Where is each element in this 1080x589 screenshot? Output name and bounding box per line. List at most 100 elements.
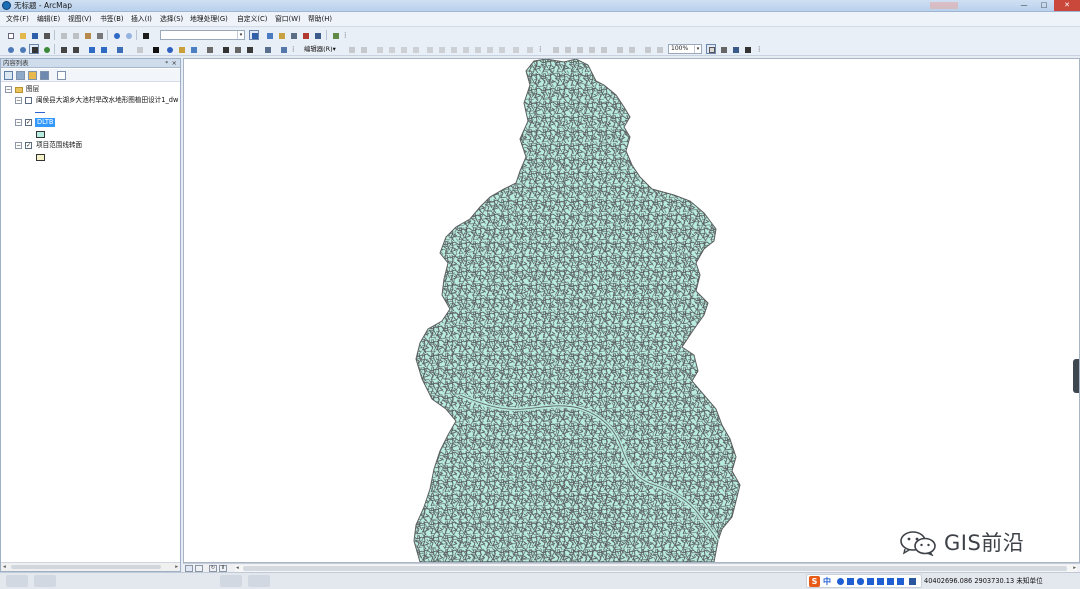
scroll-left-icon[interactable]: ◂ — [236, 564, 239, 572]
delete-icon[interactable] — [94, 30, 104, 40]
find-route-icon[interactable] — [232, 44, 242, 54]
create-features-icon[interactable] — [510, 44, 520, 54]
data-view-icon[interactable] — [185, 565, 193, 572]
layout-fixed-in-icon[interactable] — [614, 44, 624, 54]
measure-icon[interactable] — [204, 44, 214, 54]
layer-name[interactable]: 项目范围线转面 — [36, 141, 82, 150]
menu-help[interactable]: 帮助(H) — [308, 14, 332, 25]
data-driven-pages-icon[interactable] — [742, 44, 752, 54]
trace-icon[interactable] — [398, 44, 408, 54]
taskbar-button[interactable] — [34, 575, 56, 587]
straight-segment-icon[interactable] — [374, 44, 384, 54]
layer-visibility-checkbox[interactable] — [25, 97, 32, 104]
fixed-zoom-in-icon[interactable] — [58, 44, 68, 54]
ime-toolbar[interactable]: S 中 — [806, 574, 922, 588]
scroll-left-icon[interactable]: ◂ — [3, 563, 6, 571]
pause-drawing-icon[interactable]: Ⅱ — [219, 565, 227, 572]
python-window-icon[interactable] — [312, 30, 322, 40]
layout-back-icon[interactable] — [642, 44, 652, 54]
toolbox-icon[interactable] — [887, 578, 894, 585]
attributes-icon[interactable] — [484, 44, 494, 54]
cut-icon[interactable] — [58, 30, 68, 40]
minimize-button[interactable]: — — [1014, 0, 1034, 11]
forward-extent-icon[interactable] — [98, 44, 108, 54]
layout-view-icon[interactable] — [195, 565, 203, 572]
chevron-down-icon[interactable]: ▾ — [694, 45, 701, 53]
list-by-source-icon[interactable] — [16, 71, 25, 80]
punctuation-icon[interactable] — [847, 578, 854, 585]
microphone-icon[interactable] — [857, 578, 864, 585]
layer-visibility-checkbox[interactable]: ✓ — [25, 142, 32, 149]
point-icon[interactable] — [410, 44, 420, 54]
catalog-window-icon[interactable] — [276, 30, 286, 40]
search-window-icon[interactable] — [288, 30, 298, 40]
copy-icon[interactable] — [70, 30, 80, 40]
menu-bookmarks[interactable]: 书签(B) — [100, 14, 124, 25]
layout-pan-icon[interactable] — [574, 44, 584, 54]
fixed-zoom-out-icon[interactable] — [70, 44, 80, 54]
identify-icon[interactable] — [164, 44, 174, 54]
split-icon[interactable] — [460, 44, 470, 54]
zoom-whole-page-icon[interactable] — [586, 44, 596, 54]
html-popup-icon[interactable] — [188, 44, 198, 54]
toolbar-grip[interactable]: ⋮ — [290, 45, 296, 53]
moon-icon[interactable] — [837, 578, 844, 585]
toolbar-grip[interactable]: ⋮ — [756, 45, 762, 53]
pan-hand-icon[interactable] — [29, 44, 39, 54]
rotate-icon[interactable] — [472, 44, 482, 54]
menu-file[interactable]: 文件(F) — [6, 14, 29, 25]
menu-windows[interactable]: 窗口(W) — [275, 14, 301, 25]
layout-zoom-out-icon[interactable] — [562, 44, 572, 54]
layer-name[interactable]: DLTB — [35, 118, 56, 127]
change-layout-icon[interactable] — [730, 44, 740, 54]
layout-zoom-combo[interactable]: 100% ▾ — [668, 44, 702, 54]
menu-customize[interactable]: 自定义(C) — [237, 14, 267, 25]
edit-tool-icon[interactable] — [346, 44, 356, 54]
find-binoculars-icon[interactable] — [220, 44, 230, 54]
sketch-properties-icon[interactable] — [496, 44, 506, 54]
scroll-thumb[interactable] — [243, 566, 1067, 571]
editor-menu[interactable]: 编辑器(R)▾ — [304, 45, 336, 53]
layout-fixed-out-icon[interactable] — [626, 44, 636, 54]
create-viewer-icon[interactable] — [278, 44, 288, 54]
zoom-out-icon[interactable] — [17, 44, 27, 54]
layer-row[interactable]: − ✓ 项目范围线转面 — [1, 141, 180, 151]
toc-horizontal-scrollbar[interactable]: ◂ ▸ — [1, 562, 180, 571]
toc-close-button[interactable]: × — [172, 59, 177, 68]
wrench-icon[interactable] — [909, 578, 916, 585]
scroll-thumb[interactable] — [11, 565, 161, 569]
ime-mode-indicator[interactable]: 中 — [823, 576, 831, 587]
toc-window-icon[interactable] — [264, 30, 274, 40]
list-by-visibility-icon[interactable] — [28, 71, 37, 80]
list-by-selection-icon[interactable] — [40, 71, 49, 80]
taskbar-button[interactable] — [220, 575, 242, 587]
layer-row[interactable]: − ✓ DLTB — [1, 118, 180, 128]
skin-icon[interactable] — [877, 578, 884, 585]
taskbar-button[interactable] — [6, 575, 28, 587]
new-document-icon[interactable] — [5, 30, 15, 40]
edit-vertices-icon[interactable] — [424, 44, 434, 54]
taskbar-button[interactable] — [248, 575, 270, 587]
toc-options-icon[interactable] — [57, 71, 66, 80]
menu-edit[interactable]: 编辑(E) — [37, 14, 60, 25]
collapse-layer-icon[interactable]: − — [15, 97, 22, 104]
reshape-icon[interactable] — [436, 44, 446, 54]
arctoolbox-icon[interactable] — [300, 30, 310, 40]
map-horizontal-scrollbar[interactable]: ◂ ▸ — [235, 565, 1077, 572]
layout-forward-icon[interactable] — [654, 44, 664, 54]
editor-toolbar-icon[interactable] — [249, 30, 259, 40]
map-display[interactable]: GIS前沿 — [183, 58, 1080, 563]
print-icon[interactable] — [41, 30, 51, 40]
list-by-drawing-order-icon[interactable] — [4, 71, 13, 80]
maximize-button[interactable]: □ — [1034, 0, 1054, 11]
go-to-xy-icon[interactable] — [244, 44, 254, 54]
layer-row[interactable]: − 闽侯县大湖乡大池村旱改水地形图植田设计1_dw — [1, 96, 180, 106]
chevron-down-icon[interactable]: ▾ — [237, 31, 244, 39]
toolbar-grip[interactable]: ⋮ — [537, 45, 543, 53]
cut-polygon-icon[interactable] — [448, 44, 458, 54]
redo-icon[interactable] — [123, 30, 133, 40]
menu-selection[interactable]: 选择(S) — [160, 14, 183, 25]
add-data-icon[interactable] — [140, 30, 150, 40]
keyboard-icon[interactable] — [867, 578, 874, 585]
sogou-ime-icon[interactable]: S — [809, 576, 820, 587]
